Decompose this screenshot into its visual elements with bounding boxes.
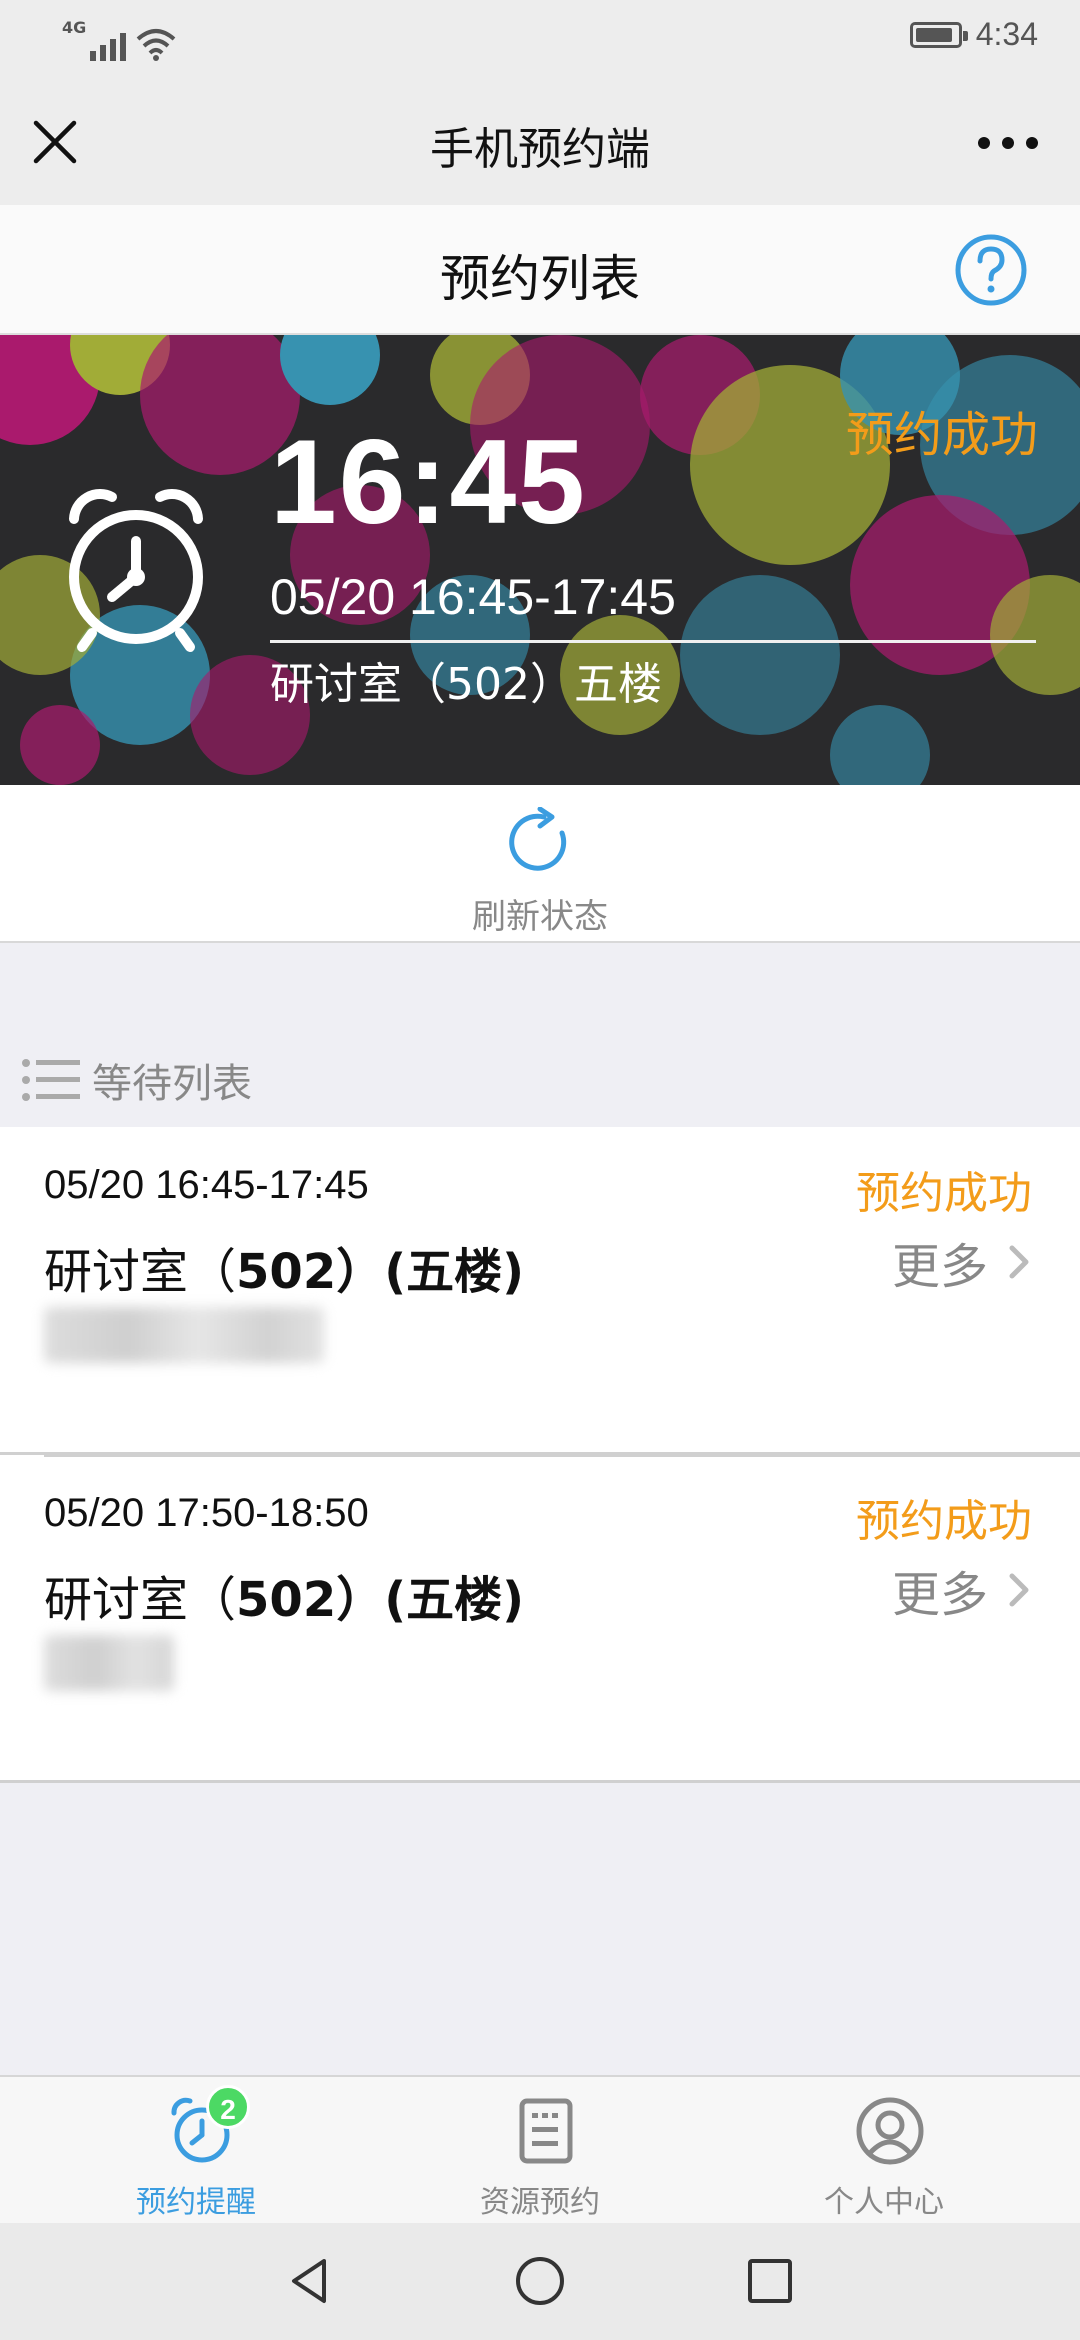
card-status: 预约成功 [856,1168,1032,1219]
help-circle-icon[interactable] [954,233,1028,307]
nav-bar: 手机预约端 [0,75,1080,205]
status-bar: 4G 4:34 [0,0,1080,75]
more-button[interactable]: 更多 [892,1555,1032,1625]
redacted-info [44,1635,174,1691]
alarm-clock-icon [69,489,203,652]
signal-icon [90,27,127,61]
document-icon [519,2098,573,2164]
battery-icon [909,21,968,48]
tab-label: 预约提醒 [136,2185,256,2220]
reservation-banner: 16:45 预约成功 05/20 16:45-17:45 研讨室（502）五楼 [0,335,1080,785]
card-room: 研讨室（502）(五楼) [44,1244,525,1300]
waiting-list-label: 等待列表 [92,1061,252,1107]
home-icon[interactable] [510,2251,570,2311]
card-room: 研讨室（502）(五楼) [44,1572,525,1628]
status-right: 4:34 [909,16,1038,53]
more-dots-icon[interactable] [978,133,1038,153]
status-clock: 4:34 [975,16,1038,52]
card-status: 预约成功 [856,1496,1032,1547]
back-icon[interactable] [280,2251,340,2311]
refresh-icon[interactable] [504,807,574,877]
card-divider [44,1455,1080,1457]
refresh-status-button[interactable]: 刷新状态 [0,785,1080,943]
banner-time: 16:45 [270,415,587,549]
nav-title: 手机预约端 [430,124,650,175]
wifi-icon [136,29,176,61]
list-icon [22,1059,80,1101]
recent-apps-icon[interactable] [740,2251,800,2311]
banner-status: 预约成功 [845,407,1038,463]
notification-badge: 2 [206,2085,250,2129]
reservation-card[interactable]: 05/20 17:50-18:50 预约成功 研讨室（502）(五楼) 更多 [0,1455,1080,1783]
redacted-info [44,1307,324,1363]
tab-bar: 2 预约提醒 资源预约 个人中心 [0,2075,1080,2223]
tab-label: 资源预约 [480,2185,600,2220]
page-title: 预约列表 [440,250,640,308]
user-icon [856,2097,924,2165]
refresh-label: 刷新状态 [472,897,608,937]
network-type: 4G [62,18,87,37]
banner-range: 05/20 16:45-17:45 [270,569,676,625]
tab-personal-center[interactable]: 个人中心 [704,2077,1064,2225]
banner-divider [270,640,1036,643]
banner-room: 研讨室（502）五楼 [270,659,662,710]
status-left: 4G [62,18,176,61]
chevron-right-icon [1009,1245,1029,1279]
more-label: 更多 [891,1239,988,1295]
chevron-right-icon [1009,1573,1029,1607]
system-navigation-bar [0,2223,1080,2340]
waiting-list-header: 等待列表 [20,1050,252,1110]
more-label: 更多 [891,1567,988,1623]
more-button[interactable]: 更多 [892,1227,1032,1297]
reservation-card[interactable]: 05/20 16:45-17:45 预约成功 研讨室（502）(五楼) 更多 [0,1127,1080,1455]
tab-resource-booking[interactable]: 资源预约 [360,2077,720,2225]
tab-label: 个人中心 [824,2185,944,2220]
tab-reminders[interactable]: 2 预约提醒 [16,2077,376,2225]
battery-fill [915,27,952,42]
card-time: 05/20 16:45-17:45 [44,1163,369,1207]
card-time: 05/20 17:50-18:50 [44,1491,369,1535]
sub-header: 预约列表 [0,205,1080,335]
